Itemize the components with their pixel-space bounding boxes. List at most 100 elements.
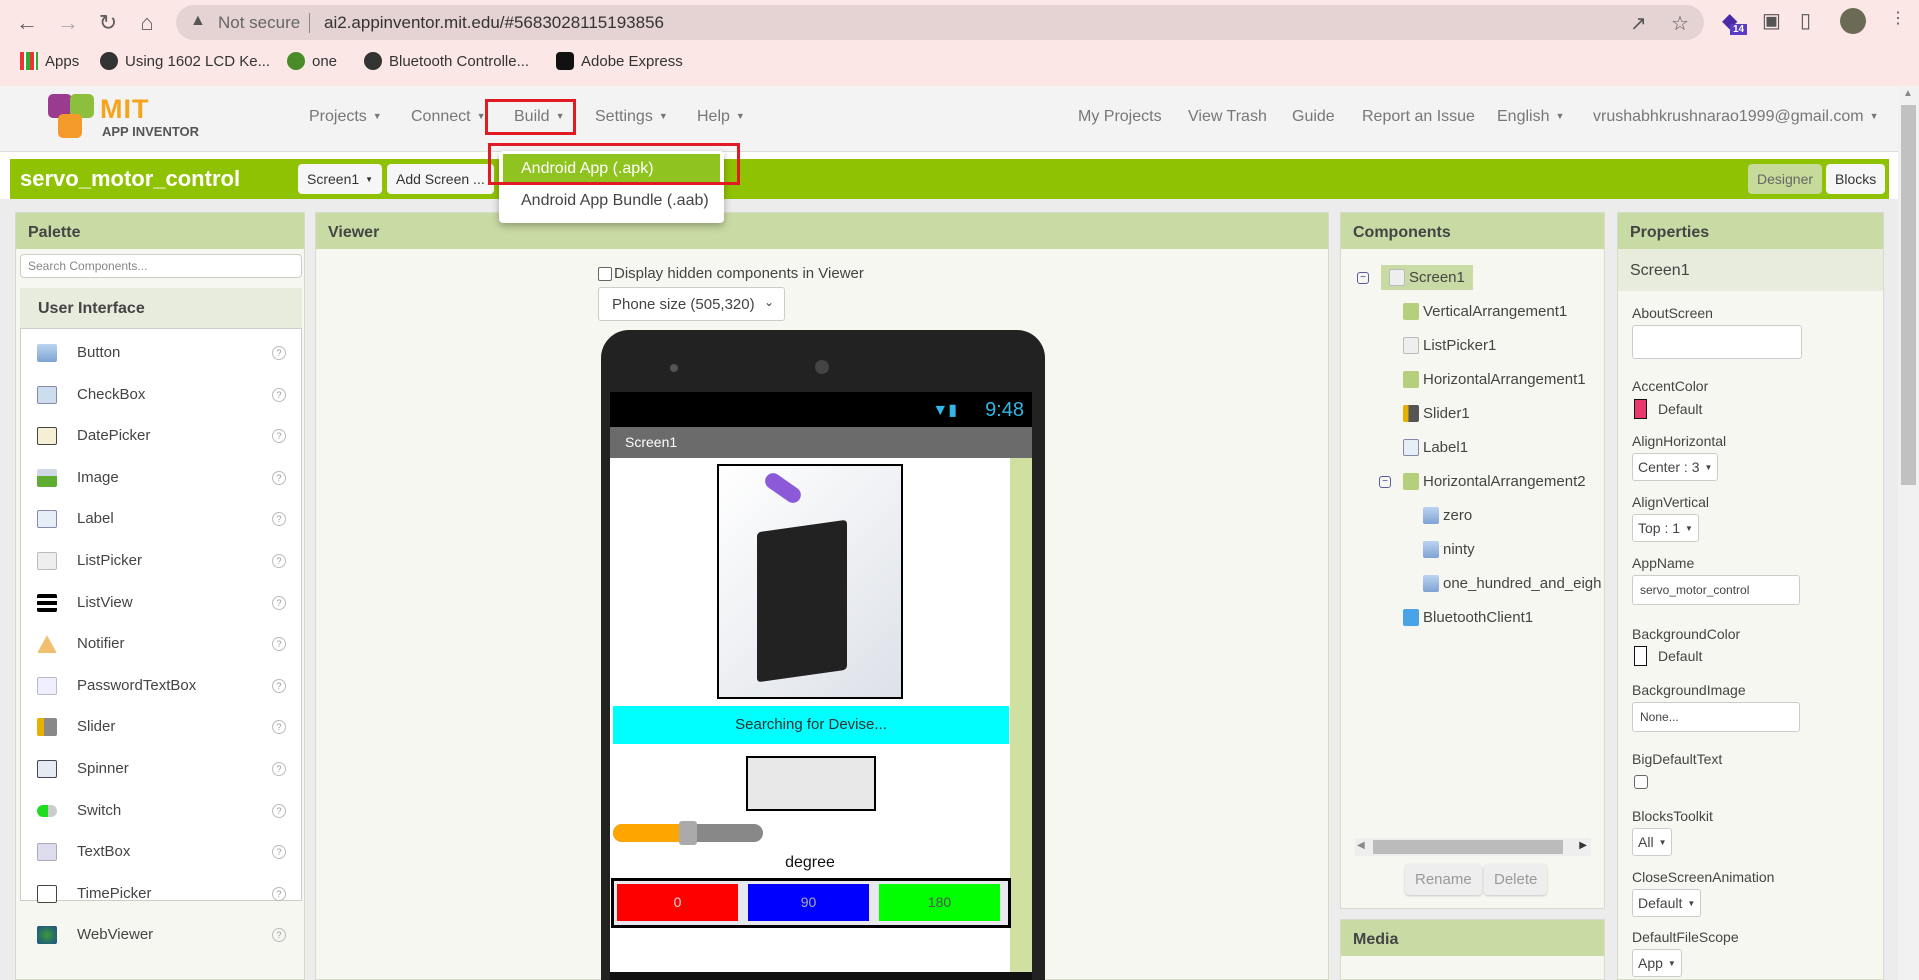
bookmark-adobe[interactable]: Adobe Express <box>556 52 683 70</box>
link-my-projects[interactable]: My Projects <box>1078 108 1162 126</box>
forward-icon[interactable]: → <box>55 10 81 36</box>
palette-item-button[interactable]: Button? <box>21 333 301 374</box>
about-screen-textarea[interactable] <box>1632 325 1802 359</box>
file-scope-select[interactable]: App ▼ <box>1632 949 1682 977</box>
big-text-checkbox[interactable] <box>1634 775 1648 789</box>
scroll-left-icon[interactable]: ◀ <box>1357 840 1365 851</box>
phone-size-select[interactable]: Phone size (505,320) ⌄ <box>598 287 785 321</box>
help-icon[interactable]: ? <box>272 845 286 860</box>
palette-item-webviewer[interactable]: WebViewer? <box>21 915 301 956</box>
help-icon[interactable]: ? <box>272 512 286 527</box>
collapse-icon[interactable]: − <box>1357 272 1369 284</box>
bg-color-swatch[interactable] <box>1634 646 1647 666</box>
link-guide[interactable]: Guide <box>1292 108 1335 126</box>
help-icon[interactable]: ? <box>272 886 286 901</box>
hidden-components-checkbox[interactable] <box>598 266 612 281</box>
align-horizontal-select[interactable]: Center : 3 ▼ <box>1632 453 1719 481</box>
bookmark-one[interactable]: one <box>287 52 337 70</box>
button-ninety[interactable]: 90 <box>748 884 869 921</box>
palette-item-listpicker[interactable]: ListPicker? <box>21 541 301 582</box>
app-name-input[interactable]: servo_motor_control <box>1632 575 1800 605</box>
scroll-right-icon[interactable]: ▶ <box>1579 840 1587 851</box>
blocks-button[interactable]: Blocks <box>1826 164 1886 194</box>
help-icon[interactable]: ? <box>272 928 286 943</box>
help-icon[interactable]: ? <box>272 429 286 444</box>
scroll-up-icon[interactable]: ▲ <box>1903 88 1913 99</box>
search-components-input[interactable]: Search Components... <box>20 254 302 278</box>
designer-button[interactable]: Designer <box>1748 164 1823 194</box>
menu-item-aab[interactable]: Android App Bundle (.aab) <box>503 186 720 215</box>
help-icon[interactable]: ? <box>272 470 286 485</box>
slider-thumb[interactable] <box>679 821 697 845</box>
button-one-eighty[interactable]: 180 <box>879 884 1000 921</box>
menu-help[interactable]: Help ▼ <box>697 108 745 126</box>
back-icon[interactable]: ← <box>14 10 40 36</box>
palette-item-spinner[interactable]: Spinner? <box>21 749 301 790</box>
mit-logo[interactable]: MIT APP INVENTOR <box>44 92 204 140</box>
help-icon[interactable]: ? <box>272 554 286 568</box>
close-animation-select[interactable]: Default ▼ <box>1632 889 1702 917</box>
bookmark-lcd[interactable]: Using 1602 LCD Ke... <box>100 52 270 70</box>
share-icon[interactable]: ↗ <box>1630 11 1647 36</box>
help-icon[interactable]: ? <box>272 346 286 360</box>
component-node-verticalarrangement1[interactable]: VerticalArrangement1 <box>1403 303 1567 320</box>
palette-item-checkbox[interactable]: CheckBox? <box>21 375 301 416</box>
reload-icon[interactable]: ↻ <box>95 10 121 36</box>
palette-item-passwordtextbox[interactable]: PasswordTextBox? <box>21 666 301 707</box>
page-scroll-thumb[interactable] <box>1901 105 1916 485</box>
link-report-issue[interactable]: Report an Issue <box>1362 108 1475 126</box>
language-select[interactable]: English ▼ <box>1497 108 1564 126</box>
accent-color-value[interactable]: Default <box>1658 401 1702 417</box>
collapse-icon[interactable]: − <box>1379 476 1391 488</box>
star-icon[interactable]: ☆ <box>1671 11 1689 36</box>
screen-select[interactable]: Screen1 ▼ <box>298 164 383 194</box>
servo-image[interactable] <box>717 464 903 699</box>
component-node-ninty[interactable]: ninty <box>1423 541 1475 558</box>
component-node-listpicker1[interactable]: ListPicker1 <box>1403 337 1496 354</box>
address-bar[interactable]: ▲ Not secure ai2.appinventor.mit.edu/#56… <box>176 5 1704 40</box>
palette-item-label[interactable]: Label? <box>21 499 301 540</box>
palette-item-listview[interactable]: ListView? <box>21 583 301 624</box>
menu-projects[interactable]: Projects ▼ <box>309 108 382 126</box>
profile-avatar[interactable] <box>1840 8 1866 34</box>
puzzle-icon[interactable]: ▣ <box>1762 8 1781 33</box>
bookmark-apps[interactable]: Apps <box>20 52 79 70</box>
component-node-horizontalarrangement1[interactable]: HorizontalArrangement1 <box>1403 371 1586 388</box>
palette-item-datepicker[interactable]: DatePicker? <box>21 416 301 457</box>
screen-scrollbar[interactable] <box>1010 458 1032 980</box>
delete-button[interactable]: Delete <box>1484 864 1548 895</box>
link-view-trash[interactable]: View Trash <box>1188 108 1267 126</box>
component-node-label1[interactable]: Label1 <box>1403 439 1468 456</box>
component-node-screen1[interactable]: Screen1 <box>1381 265 1473 290</box>
help-icon[interactable]: ? <box>272 387 286 402</box>
palette-item-image[interactable]: Image? <box>21 458 301 499</box>
bookmark-bluetooth[interactable]: Bluetooth Controlle... <box>364 52 529 70</box>
tree-hscrollbar[interactable]: ◀ ▶ <box>1355 838 1591 856</box>
component-node-slider1[interactable]: Slider1 <box>1403 405 1470 422</box>
more-icon[interactable]: ⋮ <box>1890 8 1906 28</box>
accent-color-swatch[interactable] <box>1634 399 1647 419</box>
blocks-toolkit-select[interactable]: All ▼ <box>1632 828 1673 856</box>
rename-button[interactable]: Rename <box>1405 864 1482 895</box>
help-icon[interactable]: ? <box>272 595 286 610</box>
scroll-thumb[interactable] <box>1373 840 1563 854</box>
help-icon[interactable]: ? <box>272 762 286 776</box>
listpicker-button[interactable]: Searching for Devise... <box>613 706 1009 744</box>
help-icon[interactable]: ? <box>272 803 286 818</box>
palette-item-notifier[interactable]: Notifier? <box>21 624 301 665</box>
home-icon[interactable]: ⌂ <box>134 10 160 36</box>
component-node-zero[interactable]: zero <box>1423 507 1472 524</box>
category-user-interface[interactable]: User Interface <box>20 288 302 328</box>
help-icon[interactable]: ? <box>272 720 286 735</box>
hidden-components-option[interactable]: Display hidden components in Viewer <box>598 265 864 282</box>
align-vertical-select[interactable]: Top : 1 ▼ <box>1632 514 1699 542</box>
bg-color-value[interactable]: Default <box>1658 648 1702 664</box>
component-node-one_hundred_and_eigh[interactable]: one_hundred_and_eigh <box>1423 575 1602 592</box>
palette-item-timepicker[interactable]: TimePicker? <box>21 874 301 915</box>
url-text[interactable]: ai2.appinventor.mit.edu/#568302811519385… <box>324 13 664 33</box>
sidepanel-icon[interactable]: ▯ <box>1800 8 1811 33</box>
palette-item-textbox[interactable]: TextBox? <box>21 832 301 873</box>
add-screen-button[interactable]: Add Screen ... <box>387 164 494 194</box>
component-node-bluetoothclient1[interactable]: BluetoothClient1 <box>1403 609 1533 626</box>
palette-item-slider[interactable]: Slider? <box>21 707 301 748</box>
